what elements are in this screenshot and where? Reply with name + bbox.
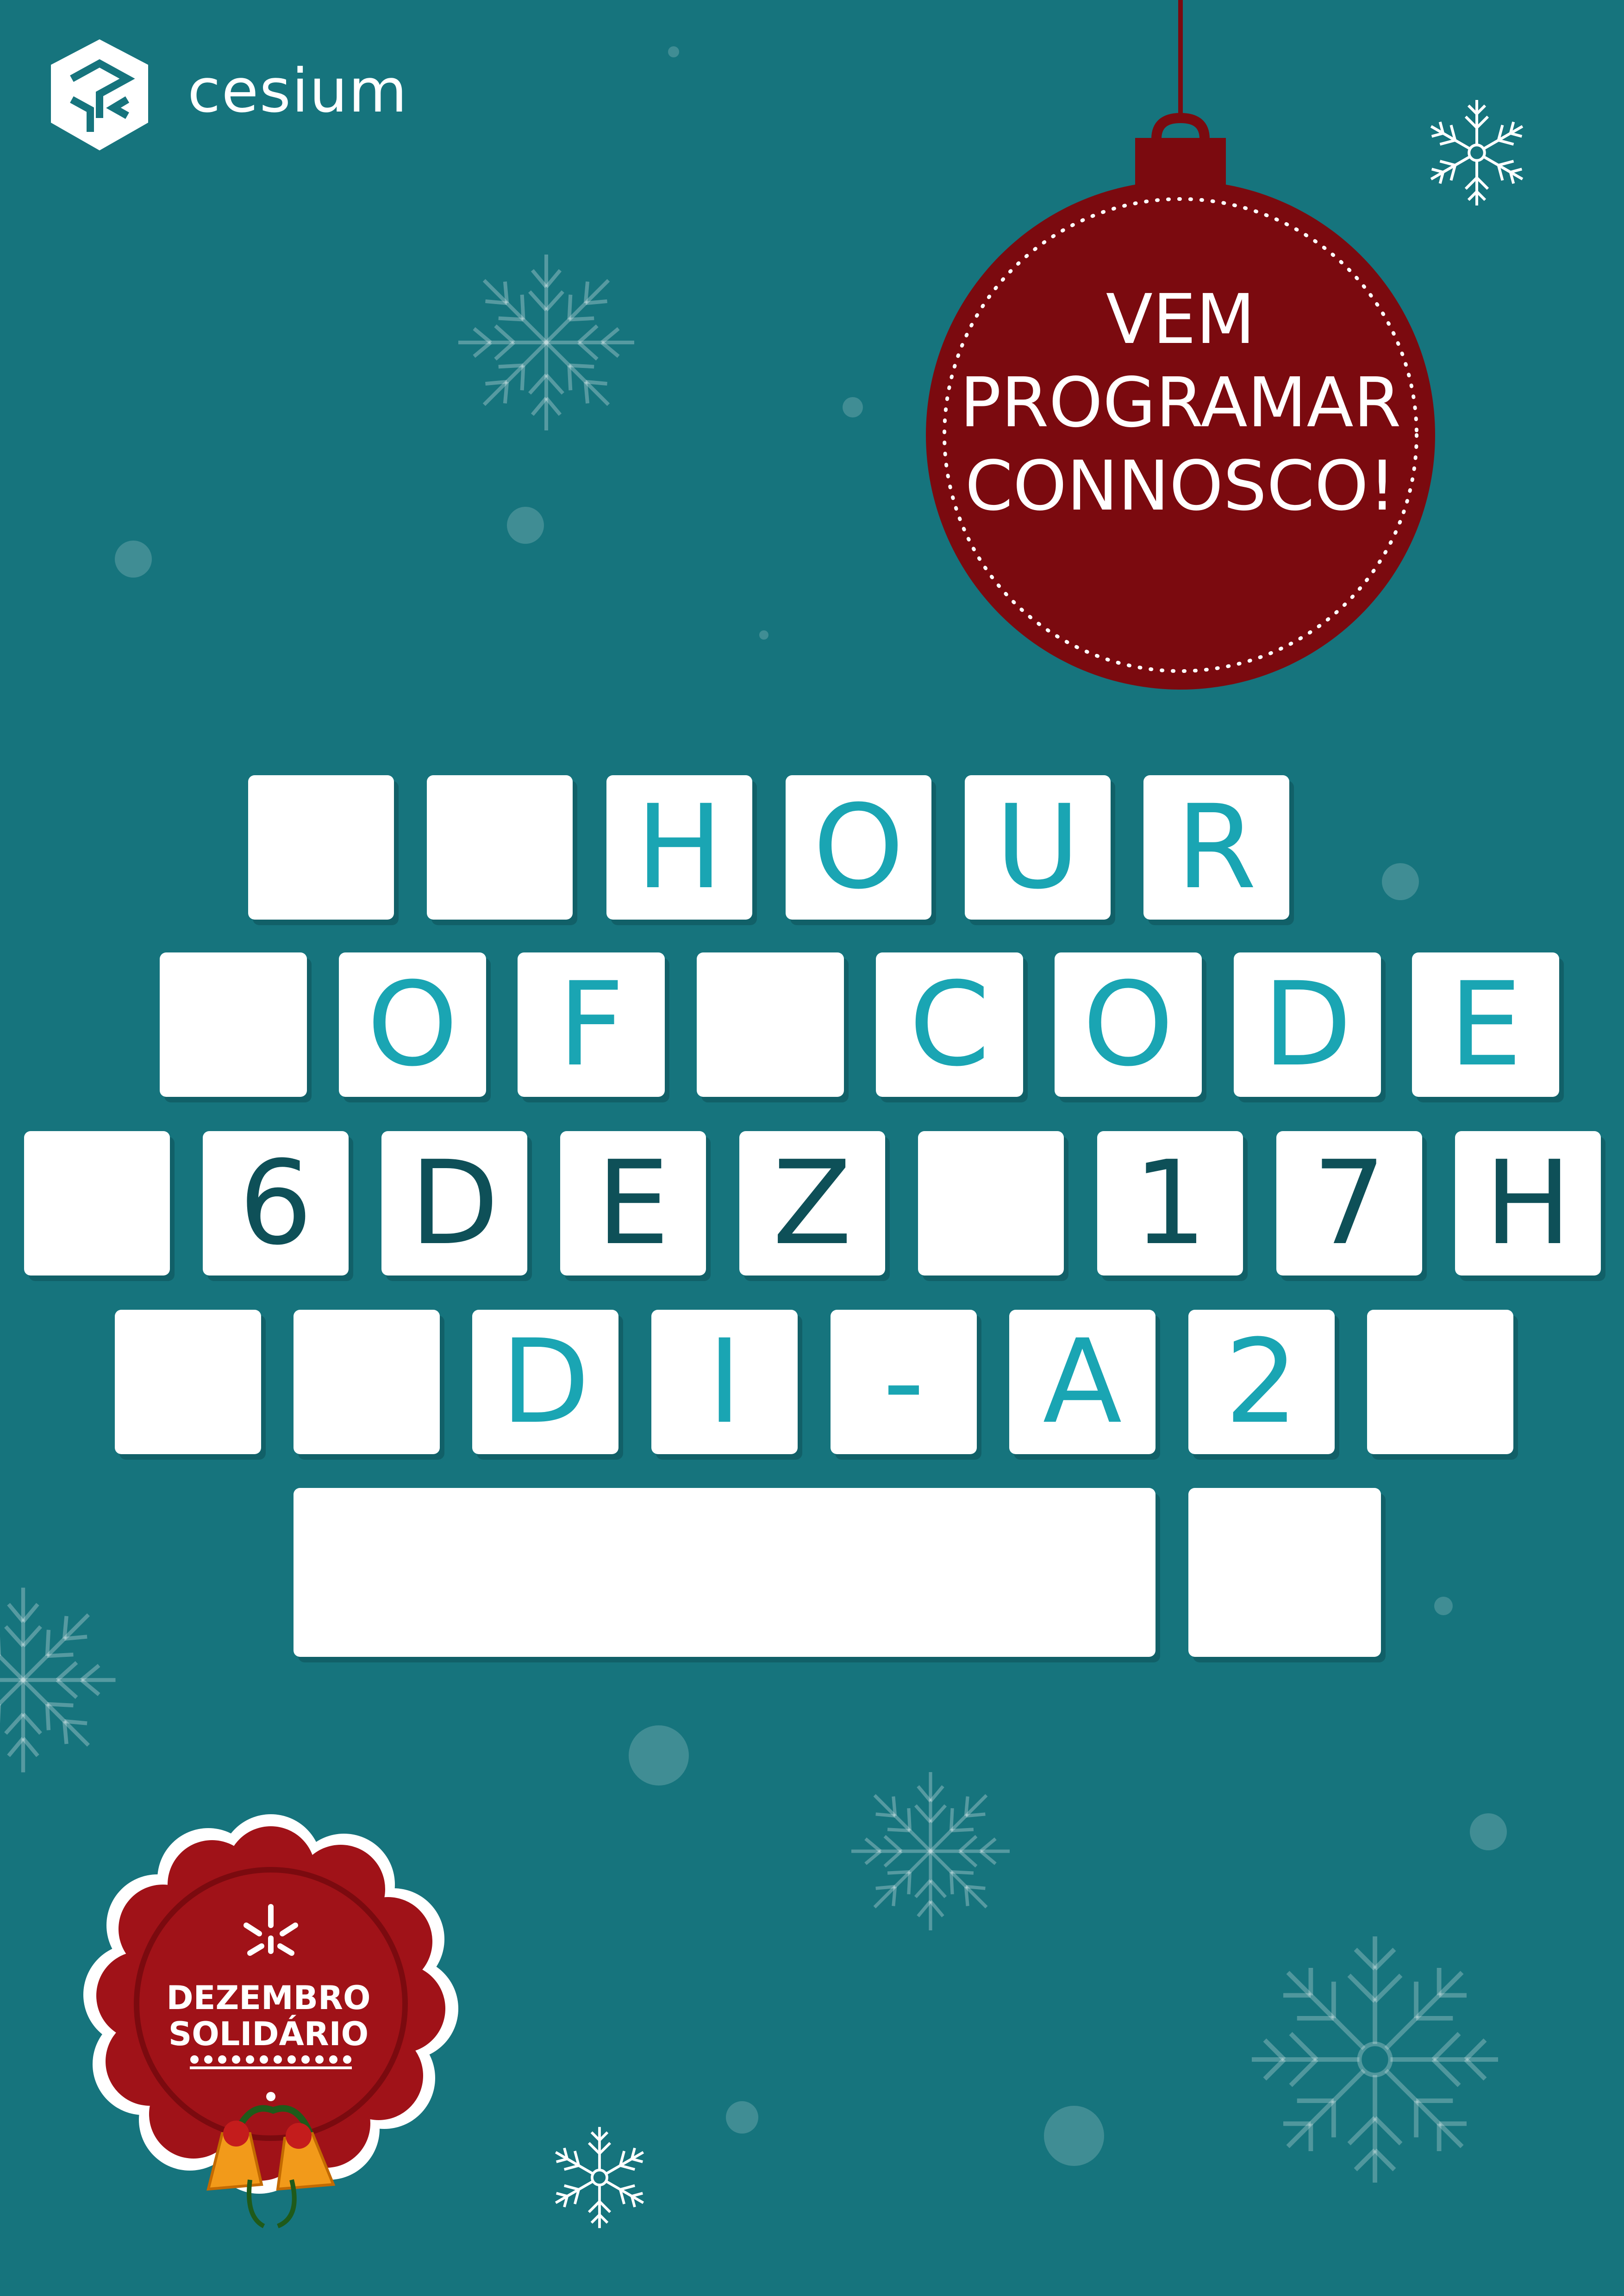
key-blank — [1367, 1310, 1513, 1454]
key-room-char: - — [831, 1310, 977, 1454]
badge-title-line-2: SOLIDÁRIO — [168, 2015, 369, 2053]
badge-title-line-1: DEZEMBRO — [166, 1979, 371, 2017]
key-room-char: I — [651, 1310, 798, 1454]
key-letter: O — [1055, 952, 1202, 1097]
key-letter: E — [1412, 952, 1559, 1097]
snow-dot — [507, 507, 544, 544]
key-blank — [697, 952, 844, 1097]
snow-dot — [1044, 2106, 1104, 2166]
key-time-char: 7 — [1276, 1131, 1422, 1276]
snow-dot — [843, 397, 863, 417]
snowflake-icon — [0, 1587, 120, 1777]
snowflake-icon — [847, 1772, 1014, 1935]
key-time-char: 1 — [1097, 1131, 1243, 1276]
key-date-char: 6 — [203, 1131, 349, 1276]
snow-dot — [115, 541, 152, 578]
key-letter: D — [1234, 952, 1381, 1097]
key-letter: U — [965, 775, 1111, 920]
key-blank — [160, 952, 307, 1097]
key-room-char: 2 — [1188, 1310, 1335, 1454]
snow-dot — [629, 1725, 689, 1786]
key-letter: O — [339, 952, 486, 1097]
key-letter: F — [518, 952, 665, 1097]
snow-dot — [1470, 1813, 1507, 1850]
key-blank — [427, 775, 573, 920]
ornament-line-2: PROGRAMAR — [960, 363, 1401, 442]
key-letter: R — [1143, 775, 1289, 920]
key-blank — [918, 1131, 1064, 1276]
key-letter: C — [876, 952, 1023, 1097]
snow-dot — [1382, 863, 1419, 900]
snow-dot — [726, 2101, 758, 2134]
key-time-char: H — [1455, 1131, 1601, 1276]
key-room-char: D — [472, 1310, 618, 1454]
brand-name: cesium — [187, 56, 408, 126]
key-blank — [115, 1310, 261, 1454]
cesium-logo-icon — [51, 39, 148, 150]
key-date-char: Z — [739, 1131, 885, 1276]
key-letter: O — [786, 775, 931, 920]
snowflake-icon — [1245, 1936, 1505, 2189]
ornament-text: VEM PROGRAMAR CONNOSCO! — [926, 278, 1435, 528]
snowflake-icon — [454, 255, 639, 435]
key-date-char: D — [381, 1131, 527, 1276]
key-room-char: A — [1009, 1310, 1156, 1454]
key-blank — [24, 1131, 170, 1276]
snow-dot — [668, 46, 679, 57]
snowflake-icon — [546, 2127, 653, 2231]
snow-dot — [759, 630, 768, 640]
key-blank — [1188, 1488, 1381, 1657]
key-letter: H — [606, 775, 752, 920]
key-spacebar — [294, 1488, 1156, 1657]
key-blank — [248, 775, 394, 920]
ornament-line-1: VEM — [1106, 280, 1255, 359]
ornament-line-3: CONNOSCO! — [965, 446, 1396, 526]
key-blank — [294, 1310, 440, 1454]
snow-dot — [1434, 1597, 1453, 1615]
key-date-char: E — [560, 1131, 706, 1276]
